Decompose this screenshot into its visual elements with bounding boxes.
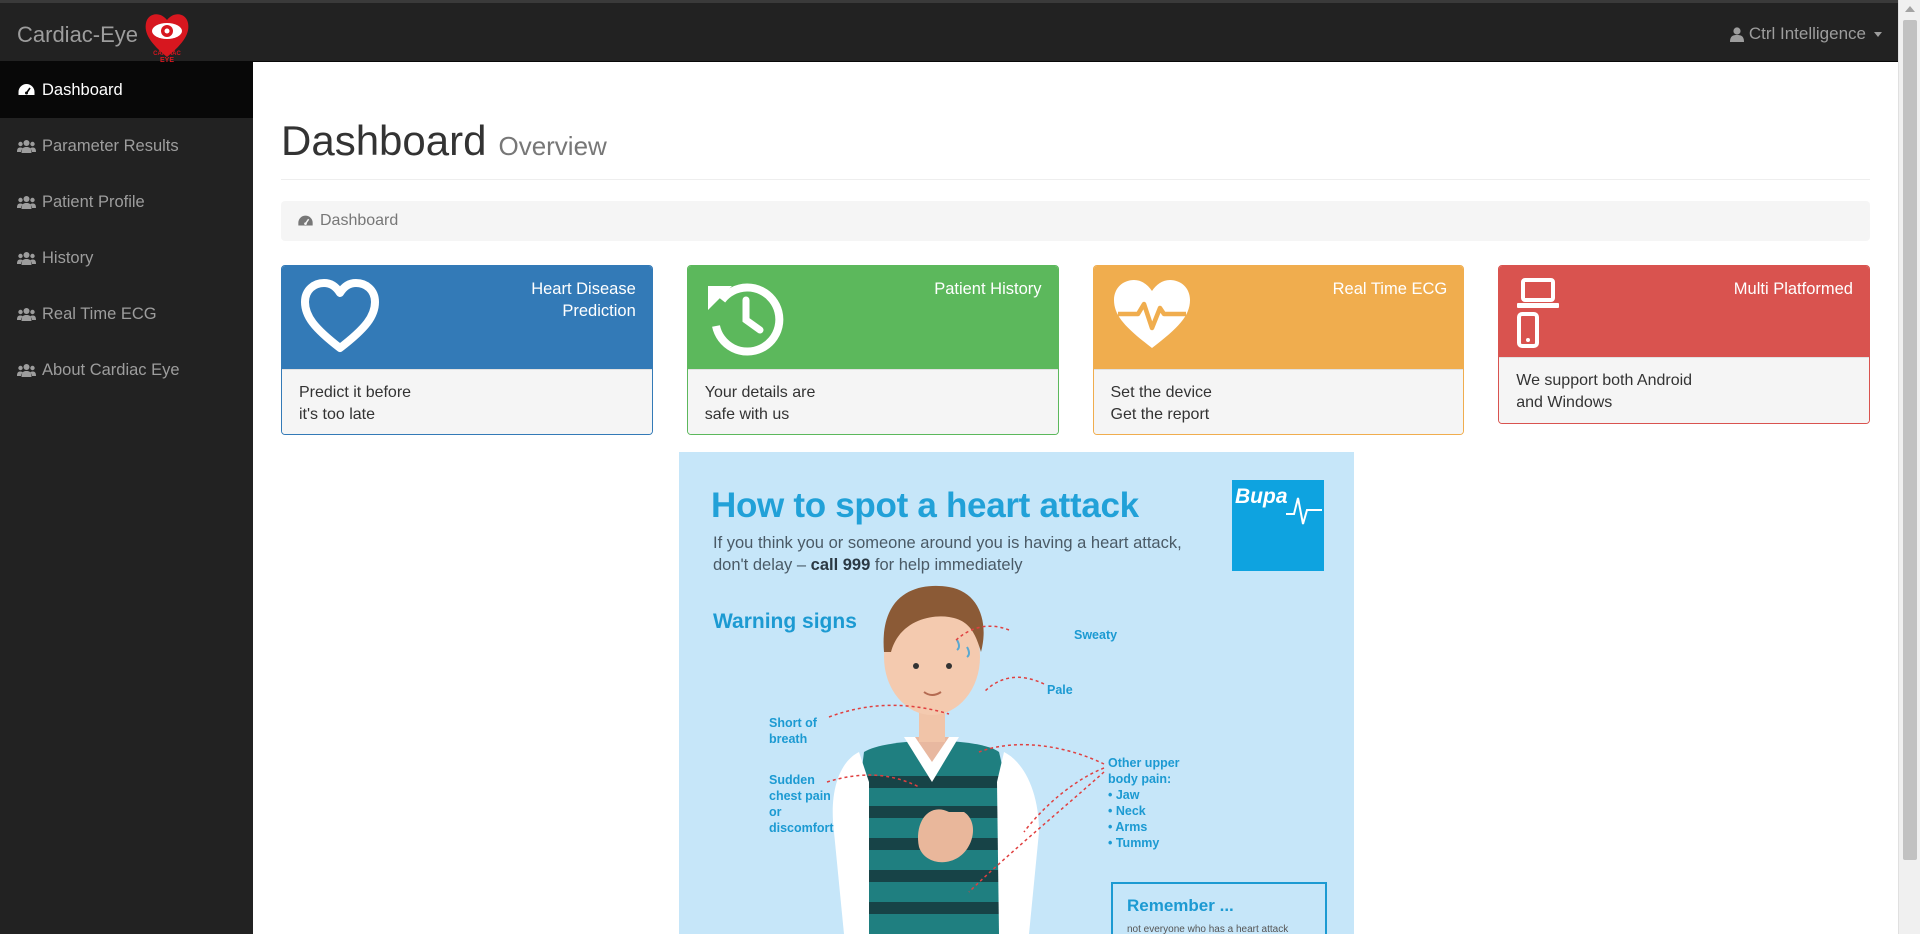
panel-text-line: We support both Android [1516,372,1693,389]
sidebar-item-label: History [42,248,94,267]
panel-heading: Multi Platformed [1499,266,1869,357]
breadcrumb: Dashboard [281,201,1870,241]
scroll-up-arrow-icon[interactable] [1905,6,1915,12]
devices-icon [1517,278,1560,348]
panel-text-line: Predict it before [299,384,412,401]
panel-title: Patient History [934,280,1042,298]
dashboard-icon [298,215,313,226]
label-pale: Pale [1047,683,1073,697]
label-arms: • Arms [1108,820,1148,834]
panel-multi-platformed[interactable]: Multi Platformed We support both Android… [1498,265,1870,424]
breadcrumb-item[interactable]: Dashboard [320,212,398,230]
sidebar-item-label: Real Time ECG [42,304,157,323]
heartbeat-icon [1113,280,1190,348]
cardiac-eye-logo: CARDIAC EYE [145,14,189,63]
history-icon [707,283,784,356]
sidebar: Dashboard Parameter Results Patient Prof… [0,62,253,934]
panel-footer: Predict it before it's too late [282,369,652,434]
panel-text-line: safe with us [704,406,790,423]
users-icon [17,196,36,209]
person-illustration [826,585,1105,934]
sidebar-item-label: Parameter Results [42,136,179,155]
panel-title: Heart Disease Prediction [531,280,636,320]
remember-text: not everyone who has a heart attack [1127,924,1289,934]
brand-link[interactable]: Cardiac-Eye [17,22,138,48]
panel-footer: Set the device Get the report [1093,369,1464,434]
page-header: Dashboard Overview [281,117,1870,180]
label-short-of-breath: Short of breath [769,716,817,746]
panel-text-line: Get the report [1110,406,1210,423]
label-sweaty: Sweaty [1074,628,1118,642]
panel-heading: Patient History [687,266,1058,369]
dashboard-icon [18,84,35,95]
panel-text-line: Set the device [1110,384,1212,401]
panel-text-line: it's too late [299,406,375,423]
panel-title: Multi Platformed [1733,280,1853,298]
panel-footer: We support both Android and Windows [1499,357,1869,423]
heart-attack-infographic: How to spot a heart attack If you think … [679,452,1354,934]
sidebar-item-patient-profile[interactable]: Patient Profile [0,174,253,230]
top-navbar: Cardiac-Eye CARDIAC EYE Ctrl Intelligenc… [0,0,1920,63]
heart-outline-icon [301,279,379,352]
users-icon [17,252,36,265]
sidebar-item-history[interactable]: History [0,230,253,286]
feature-panels: Heart Disease Prediction Predict it befo… [281,265,1870,435]
panel-title: Real Time ECG [1332,280,1448,298]
panel-patient-history[interactable]: Patient History Your details are safe wi… [686,265,1059,435]
panel-real-time-ecg[interactable]: Real Time ECG Set the device Get the rep… [1092,265,1465,435]
user-name: Ctrl Intelligence [1748,24,1866,43]
label-chest-pain: Sudden chest pain or discomfort [769,773,834,835]
scroll-thumb[interactable] [1903,20,1917,860]
panel-text-line: Your details are [704,384,816,401]
label-neck: • Neck [1108,804,1146,818]
sidebar-item-label: Patient Profile [42,192,145,211]
page-subtitle: Overview [498,131,607,161]
caret-down-icon [1874,31,1882,37]
users-icon [17,308,36,321]
sidebar-item-label: About Cardiac Eye [42,360,180,379]
label-tummy: • Tummy [1108,836,1160,850]
panel-heading: Heart Disease Prediction [282,266,652,369]
label-jaw: • Jaw [1108,788,1140,802]
label-upper-body-pain: Other upper body pain: [1108,756,1180,786]
user-icon [1729,26,1744,42]
page-title: Dashboard [281,117,487,164]
sidebar-item-label: Dashboard [42,80,123,99]
remember-heading: Remember ... [1127,896,1234,915]
panel-text-line: and Windows [1516,394,1613,411]
sidebar-item-parameter-results[interactable]: Parameter Results [0,118,253,174]
users-icon [17,140,36,153]
users-icon [17,364,36,377]
sidebar-item-about[interactable]: About Cardiac Eye [0,342,253,398]
sidebar-item-dashboard[interactable]: Dashboard [0,62,253,118]
panel-footer: Your details are safe with us [687,369,1058,434]
sidebar-item-real-time-ecg[interactable]: Real Time ECG [0,286,253,342]
panel-heading: Real Time ECG [1093,266,1464,369]
page-scrollbar[interactable] [1898,0,1920,934]
remember-box: Remember ... not everyone who has a hear… [1111,882,1327,934]
user-dropdown[interactable]: Ctrl Intelligence [1729,24,1882,44]
main-content: Dashboard Overview Dashboard Heart Disea… [253,62,1898,934]
panel-heart-disease-prediction[interactable]: Heart Disease Prediction Predict it befo… [281,265,653,435]
